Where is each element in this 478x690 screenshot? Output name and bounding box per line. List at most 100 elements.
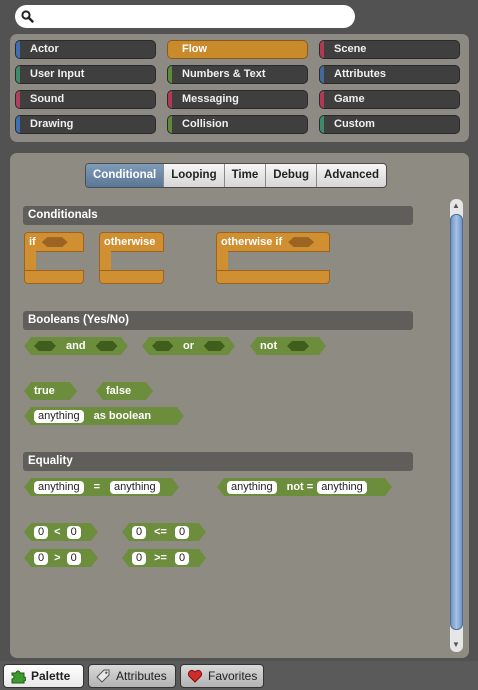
less-equal-block[interactable]: 0 <= 0: [122, 523, 206, 541]
block-top: otherwise: [99, 232, 164, 252]
category-actor[interactable]: Actor: [15, 40, 156, 59]
greater-than-block[interactable]: 0 >0: [24, 549, 98, 567]
block-label: not: [260, 340, 278, 352]
block-label: >=: [154, 552, 167, 564]
not-equals-block[interactable]: anything not = anything: [217, 478, 392, 496]
value-field[interactable]: 0: [132, 552, 146, 565]
value-field[interactable]: 0: [175, 552, 189, 565]
block-bottom: [216, 270, 330, 284]
equals-block[interactable]: anything = anything: [24, 478, 179, 496]
scroll-up-arrow-icon[interactable]: ▲: [452, 202, 460, 210]
tab-looping[interactable]: Looping: [163, 164, 223, 187]
tab-debug[interactable]: Debug: [265, 164, 316, 187]
category-collision[interactable]: Collision: [167, 115, 308, 134]
value-field[interactable]: 0: [34, 526, 48, 539]
otherwise-if-block[interactable]: otherwise if: [216, 232, 330, 284]
value-field[interactable]: 0: [67, 552, 81, 565]
tab-conditional[interactable]: Conditional: [86, 164, 164, 187]
category-color-stripe: [16, 116, 20, 133]
category-label: Collision: [182, 118, 229, 130]
tab-favorites[interactable]: Favorites: [180, 664, 264, 688]
value-field[interactable]: 0: [132, 526, 146, 539]
value-field[interactable]: anything: [34, 481, 84, 494]
bottom-tab-bar: Palette Attributes Favorites: [0, 661, 478, 690]
scroll-down-arrow-icon[interactable]: ▼: [452, 641, 460, 649]
block-label: and: [66, 340, 86, 352]
category-scene[interactable]: Scene: [319, 40, 460, 59]
value-field[interactable]: anything: [34, 410, 84, 423]
search-input[interactable]: [39, 8, 343, 27]
tab-advanced[interactable]: Advanced: [316, 164, 386, 187]
if-block[interactable]: if: [24, 232, 86, 284]
category-sound[interactable]: Sound: [15, 90, 156, 109]
block-label: >: [54, 552, 61, 564]
false-block[interactable]: false: [96, 382, 153, 400]
block-side: [99, 251, 111, 271]
category-custom[interactable]: Custom: [319, 115, 460, 134]
heart-icon: [187, 669, 203, 683]
greater-equal-block[interactable]: 0 >= 0: [122, 549, 206, 567]
search-box[interactable]: [15, 5, 355, 28]
category-messaging[interactable]: Messaging: [167, 90, 308, 109]
true-block[interactable]: true: [24, 382, 77, 400]
block-side: [216, 251, 228, 271]
tab-label: Favorites: [208, 669, 258, 683]
less-than-block[interactable]: 0 <0: [24, 523, 98, 541]
category-game[interactable]: Game: [319, 90, 460, 109]
category-color-stripe: [168, 116, 172, 133]
category-color-stripe: [16, 41, 20, 58]
condition-slot[interactable]: [288, 237, 315, 248]
scroll-thumb[interactable]: [450, 214, 463, 630]
category-label: Custom: [334, 118, 375, 130]
tab-attributes[interactable]: Attributes: [88, 664, 176, 688]
category-panel: Actor Flow Scene User Input Numbers & Te…: [10, 34, 469, 142]
condition-slot[interactable]: [152, 341, 173, 351]
tab-time[interactable]: Time: [223, 164, 266, 187]
block-label: as boolean: [93, 410, 152, 422]
value-field[interactable]: 0: [34, 552, 48, 565]
value-field[interactable]: anything: [317, 481, 367, 494]
value-field[interactable]: anything: [110, 481, 160, 494]
value-field[interactable]: 0: [67, 526, 81, 539]
condition-slot[interactable]: [34, 341, 56, 351]
block-label: otherwise: [104, 236, 156, 248]
tab-palette[interactable]: Palette: [3, 664, 84, 688]
value-field[interactable]: anything: [227, 481, 277, 494]
vertical-scrollbar[interactable]: ▲ ▼: [450, 199, 463, 652]
category-label: Attributes: [334, 68, 386, 80]
block-label: or: [183, 340, 194, 352]
category-color-stripe: [320, 41, 324, 58]
category-label: Numbers & Text: [182, 68, 266, 80]
tab-label: Attributes: [116, 669, 167, 683]
category-attributes[interactable]: Attributes: [319, 65, 460, 84]
block-bottom: [24, 270, 84, 284]
category-color-stripe: [16, 66, 20, 83]
not-block[interactable]: not: [250, 337, 326, 355]
section-header-conditionals: Conditionals: [23, 206, 413, 225]
condition-slot[interactable]: [287, 341, 309, 351]
block-palette: Conditional Looping Time Debug Advanced …: [10, 153, 469, 658]
block-label: <=: [154, 526, 167, 538]
block-label: =: [93, 481, 101, 493]
and-block[interactable]: and: [24, 337, 128, 355]
category-label: Actor: [30, 43, 59, 55]
category-drawing[interactable]: Drawing: [15, 115, 156, 134]
condition-slot[interactable]: [96, 341, 118, 351]
tab-label: Palette: [31, 669, 71, 683]
category-flow[interactable]: Flow: [167, 40, 308, 59]
value-field[interactable]: 0: [175, 526, 189, 539]
category-numbers-text[interactable]: Numbers & Text: [167, 65, 308, 84]
block-side: [24, 251, 36, 271]
category-label: Messaging: [182, 93, 239, 105]
condition-slot[interactable]: [41, 237, 68, 248]
category-color-stripe: [168, 91, 172, 108]
or-block[interactable]: or: [142, 337, 235, 355]
category-color-stripe: [168, 66, 172, 83]
category-user-input[interactable]: User Input: [15, 65, 156, 84]
category-color-stripe: [16, 91, 20, 108]
category-color-stripe: [320, 116, 324, 133]
as-boolean-block[interactable]: anything as boolean: [24, 407, 184, 425]
otherwise-block[interactable]: otherwise: [99, 232, 166, 284]
condition-slot[interactable]: [204, 341, 225, 351]
block-label: otherwise if: [221, 236, 283, 248]
